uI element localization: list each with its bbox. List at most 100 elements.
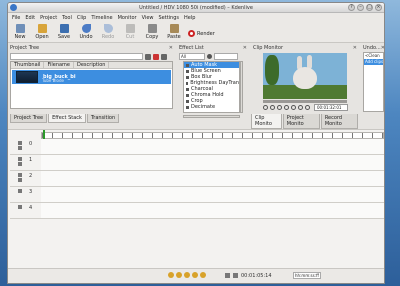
- list-item[interactable]: big_buck_bi Tube Blode: [12, 70, 171, 84]
- step-back-icon[interactable]: [284, 105, 289, 110]
- menu-view[interactable]: View: [142, 15, 154, 21]
- video-toggle-icon[interactable]: [18, 157, 22, 161]
- track-lane[interactable]: [41, 187, 384, 203]
- cut-button[interactable]: Cut: [122, 24, 138, 42]
- undo-history-panel: Undo... ✕ <Clean Add clips: [361, 44, 384, 123]
- track-header: 1: [10, 155, 41, 171]
- copy-button[interactable]: Copy: [144, 24, 160, 42]
- minimize-button[interactable]: –: [357, 4, 364, 11]
- audio-toggle-icon[interactable]: [18, 205, 22, 209]
- undo-history-list[interactable]: <Clean Add clips: [363, 52, 384, 112]
- track-lane[interactable]: [41, 203, 384, 219]
- razor-tool-icon[interactable]: [176, 272, 182, 278]
- tab-transition[interactable]: Transition: [86, 114, 120, 123]
- set-zone-end-icon[interactable]: [270, 105, 275, 110]
- help-window-button[interactable]: ?: [348, 4, 355, 11]
- cut-icon: [125, 24, 135, 33]
- new-doc-icon: [15, 24, 25, 33]
- close-icon[interactable]: ✕: [169, 45, 173, 51]
- paste-button[interactable]: Paste: [166, 24, 182, 42]
- menu-project[interactable]: Project: [40, 15, 57, 21]
- tab-record-monitor[interactable]: Record Monito: [320, 114, 358, 129]
- effect-icon: [186, 105, 189, 109]
- new-button[interactable]: New: [12, 24, 28, 42]
- menu-clip[interactable]: Clip: [77, 15, 86, 21]
- project-tree-title: Project Tree: [10, 45, 40, 51]
- monitor-video-frame[interactable]: [263, 53, 347, 99]
- maximize-button[interactable]: □: [366, 4, 373, 11]
- list-item[interactable]: Decimate: [184, 104, 239, 110]
- menu-file[interactable]: File: [12, 15, 20, 21]
- effect-search-input[interactable]: [214, 52, 238, 60]
- audio-toggle-icon[interactable]: [18, 189, 22, 193]
- zoom-in-icon[interactable]: [233, 273, 238, 278]
- timeline-ruler[interactable]: [41, 132, 384, 139]
- menu-help[interactable]: Help: [184, 15, 195, 21]
- play-icon[interactable]: [291, 105, 296, 110]
- close-icon[interactable]: ✕: [353, 45, 357, 51]
- close-icon[interactable]: ✕: [381, 45, 384, 51]
- video-frame-bunny: [293, 67, 317, 89]
- menu-edit[interactable]: Edit: [25, 15, 35, 21]
- snap-icon[interactable]: [192, 272, 198, 278]
- list-item[interactable]: Add clips: [364, 59, 383, 65]
- tab-project-monitor[interactable]: Project Monito: [282, 114, 320, 129]
- clip-monitor-title: Clip Monitor: [253, 45, 284, 51]
- tab-clip-monitor[interactable]: Clip Monito: [251, 114, 282, 129]
- redo-button[interactable]: Redo: [100, 24, 116, 42]
- titlebar[interactable]: Untitled / HDV 1080 50i (modified) – Kde…: [8, 3, 384, 13]
- effect-list-hscrollbar[interactable]: [183, 115, 240, 118]
- close-button[interactable]: ×: [375, 4, 382, 11]
- effect-list-vscrollbar[interactable]: [240, 61, 243, 113]
- main-toolbar: New Open Save Undo Redo Cut Copy Paste R…: [8, 22, 384, 43]
- folder-open-icon: [37, 24, 47, 33]
- zoom-out-icon[interactable]: [225, 273, 230, 278]
- set-zone-start-icon[interactable]: [263, 105, 268, 110]
- track-lane[interactable]: [41, 139, 384, 155]
- tab-effect-stack[interactable]: Effect Stack: [48, 114, 86, 123]
- track-lane[interactable]: [41, 171, 384, 187]
- track-lane[interactable]: [41, 155, 384, 171]
- column-filename[interactable]: Filename: [44, 62, 74, 68]
- column-description[interactable]: Description: [74, 62, 110, 68]
- timeline-tool-buttons: [168, 272, 206, 278]
- save-button[interactable]: Save: [56, 24, 72, 42]
- info-icon[interactable]: [207, 53, 212, 59]
- audio-toggle-icon[interactable]: [18, 146, 22, 150]
- delete-clip-icon[interactable]: [161, 53, 167, 60]
- effect-filter-select[interactable]: All: [179, 52, 205, 60]
- render-button[interactable]: Render: [188, 30, 215, 42]
- tab-project-tree[interactable]: Project Tree: [10, 114, 48, 123]
- fit-zoom-icon[interactable]: [200, 272, 206, 278]
- open-button[interactable]: Open: [34, 24, 50, 42]
- close-icon[interactable]: ✕: [243, 45, 247, 51]
- spacer-tool-icon[interactable]: [184, 272, 190, 278]
- timecode-format-select[interactable]: hh:mm:ss:ff: [293, 272, 321, 279]
- menu-timeline[interactable]: Timeline: [91, 15, 112, 21]
- effect-list-title: Effect List: [179, 45, 204, 51]
- menu-settings[interactable]: Settings: [159, 15, 180, 21]
- kdenlive-window: Untitled / HDV 1080 50i (modified) – Kde…: [7, 2, 385, 284]
- add-clip-icon[interactable]: [145, 53, 151, 60]
- track-number: 4: [29, 205, 33, 211]
- audio-toggle-icon[interactable]: [18, 162, 22, 166]
- column-thumbnail[interactable]: Thumbnail: [11, 62, 45, 68]
- selection-tool-icon[interactable]: [168, 272, 174, 278]
- menu-tool[interactable]: Tool: [62, 15, 72, 21]
- monitor-timecode-field[interactable]: 00:01:32:01: [314, 104, 348, 111]
- rewind-icon[interactable]: [277, 105, 282, 110]
- video-toggle-icon[interactable]: [18, 141, 22, 145]
- step-forward-icon[interactable]: [298, 105, 303, 110]
- audio-toggle-icon[interactable]: [18, 178, 22, 182]
- edit-clip-icon[interactable]: [153, 53, 159, 60]
- undo-button[interactable]: Undo: [78, 24, 94, 42]
- monitor-ruler[interactable]: [263, 100, 347, 103]
- project-tabs: Project Tree Effect Stack Transition: [10, 114, 120, 123]
- video-toggle-icon[interactable]: [18, 173, 22, 177]
- project-search-input[interactable]: [10, 53, 143, 60]
- effect-list[interactable]: Auto Mask Blue Screen Box Blur Brightnes…: [183, 61, 240, 113]
- render-icon: [188, 30, 195, 37]
- project-clip-list[interactable]: Thumbnail Filename Description big_buck_…: [10, 61, 173, 109]
- menu-monitor[interactable]: Monitor: [118, 15, 137, 21]
- forward-icon[interactable]: [305, 105, 310, 110]
